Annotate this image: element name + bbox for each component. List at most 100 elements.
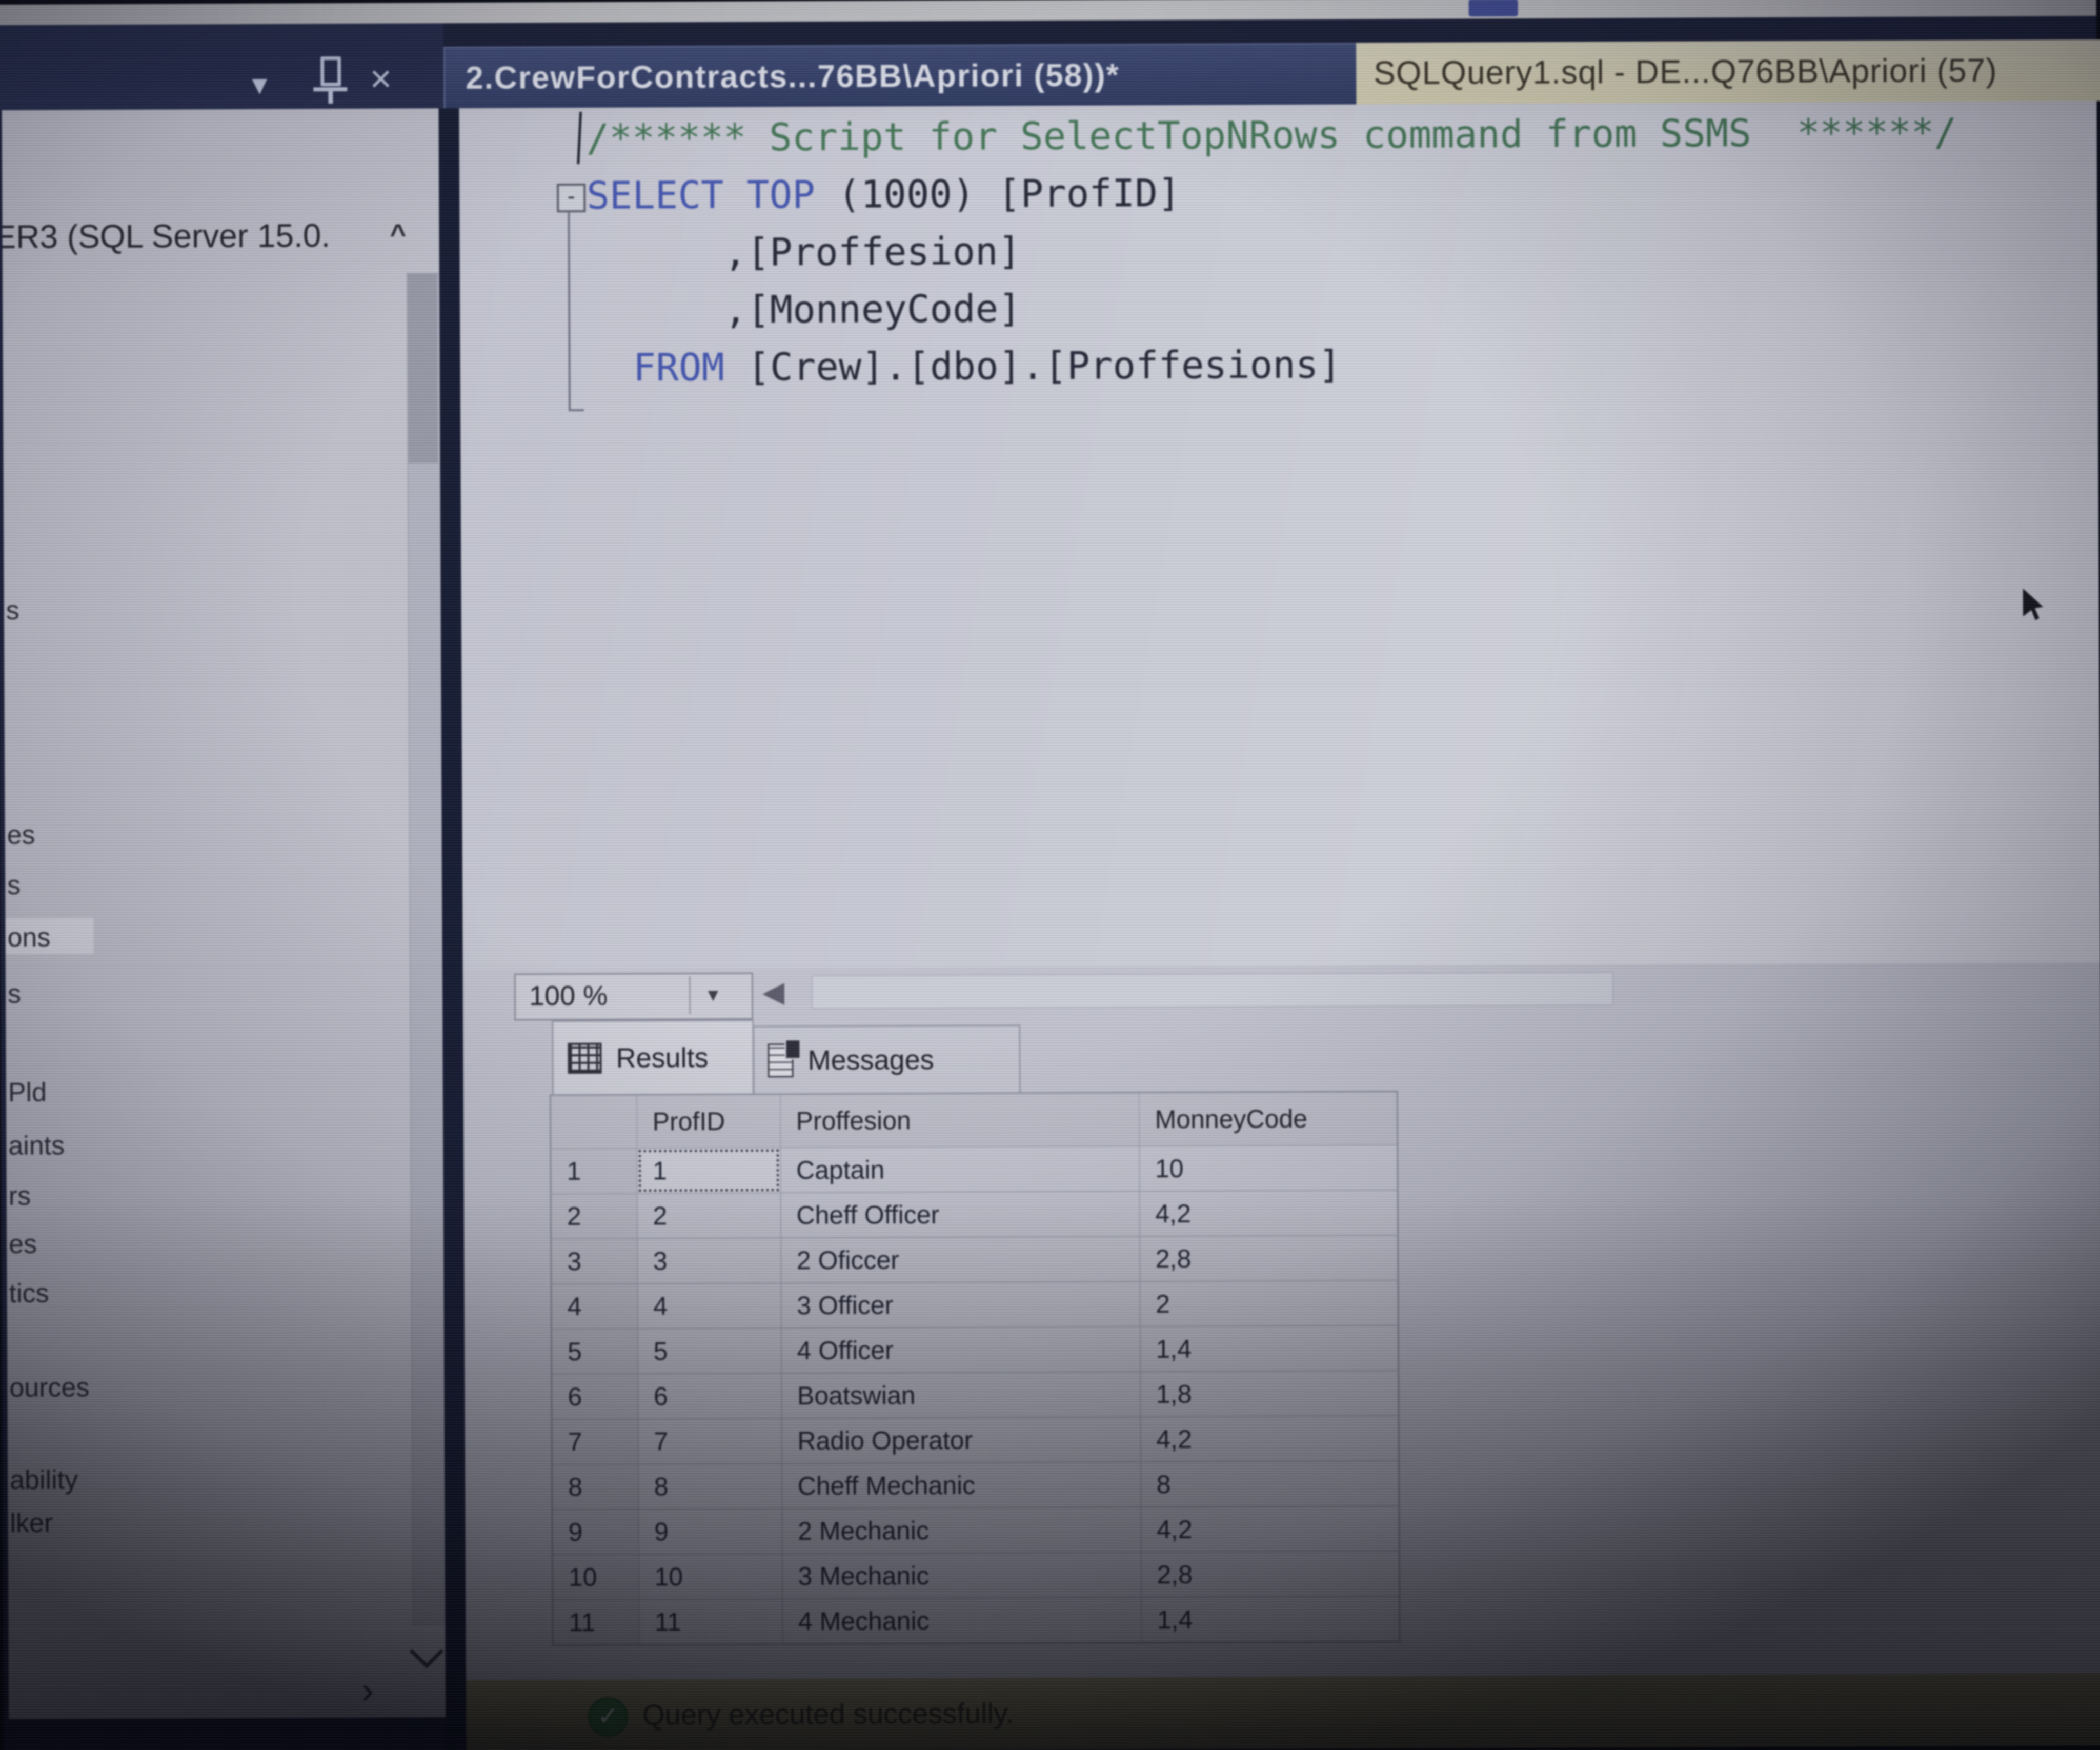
cell-proffesion[interactable]: 3 Officer	[781, 1281, 1140, 1328]
cell-proffesion[interactable]: 4 Mechanic	[782, 1597, 1141, 1644]
pin-icon[interactable]	[313, 56, 349, 104]
cell-proffesion[interactable]: 2 Oficcer	[781, 1236, 1140, 1283]
text-caret	[577, 112, 582, 164]
row-number[interactable]: 8	[552, 1464, 638, 1510]
cell-proffesion[interactable]: 3 Mechanic	[782, 1552, 1141, 1599]
tab-messages[interactable]: Messages	[753, 1024, 1021, 1095]
cell-monneycode[interactable]: 2,8	[1141, 1551, 1399, 1597]
table-row: 5 5 4 Officer 1,4	[551, 1325, 1398, 1374]
screen-top-strip	[0, 0, 2096, 25]
row-number[interactable]: 1	[551, 1149, 637, 1194]
cell-monneycode[interactable]: 4,2	[1141, 1506, 1399, 1552]
pin-bar	[313, 87, 347, 91]
pin-head	[320, 56, 341, 86]
cell-monneycode[interactable]: 4,2	[1139, 1190, 1398, 1236]
row-number[interactable]: 11	[553, 1600, 639, 1645]
cell-profid[interactable]: 3	[637, 1238, 781, 1283]
tree-item-selected[interactable]: ons	[7, 922, 50, 953]
editor-zoom-control[interactable]: 100 % ▼	[514, 973, 753, 1021]
zoom-dropdown-icon[interactable]: ▼	[704, 974, 722, 1016]
code-line[interactable]: ,[Proffesion]	[587, 218, 1957, 282]
row-number[interactable]: 7	[552, 1419, 638, 1465]
tab-results[interactable]: Results	[552, 1020, 754, 1095]
table-row: 1 1 Captain 10	[551, 1145, 1398, 1194]
cell-proffesion[interactable]: Cheff Officer	[780, 1191, 1139, 1238]
cell-proffesion[interactable]: 4 Officer	[781, 1326, 1140, 1373]
cell-proffesion[interactable]: Boatswian	[781, 1372, 1140, 1418]
messages-icon	[768, 1043, 793, 1077]
sidebar-scrollbar[interactable]	[407, 272, 446, 1626]
tree-item[interactable]: s	[7, 870, 21, 901]
cell-profid[interactable]: 10	[638, 1554, 782, 1599]
cell-proffesion[interactable]: 2 Mechanic	[782, 1507, 1141, 1554]
sql-editor[interactable]: - /****** Script for SelectTopNRows comm…	[459, 101, 2100, 970]
cell-profid[interactable]: 7	[638, 1418, 781, 1464]
tree-item[interactable]: s	[8, 979, 21, 1010]
tab-crewforcontracts[interactable]: 2.CrewForContracts...76BB\Apriori (58))*	[443, 43, 1362, 110]
cell-profid[interactable]: 11	[639, 1599, 782, 1645]
cell-monneycode[interactable]: 2	[1140, 1280, 1398, 1326]
tree-item[interactable]: es	[7, 820, 35, 851]
row-number[interactable]: 5	[551, 1329, 637, 1375]
code-fold-icon[interactable]: -	[557, 184, 585, 212]
chevron-down-icon[interactable]	[410, 1635, 443, 1668]
hscroll-left-icon[interactable]: ◀	[762, 976, 784, 1007]
row-number[interactable]: 2	[551, 1194, 637, 1239]
mouse-cursor	[2023, 589, 2048, 620]
code-block[interactable]: /****** Script for SelectTopNRows comman…	[586, 104, 1958, 397]
row-number[interactable]: 9	[552, 1510, 638, 1555]
cell-monneycode[interactable]: 4,2	[1140, 1416, 1399, 1462]
cell-monneycode[interactable]: 10	[1139, 1145, 1398, 1191]
window-menu-icon[interactable]: ▾	[252, 69, 267, 100]
cell-monneycode[interactable]: 1,4	[1140, 1325, 1398, 1372]
code-line[interactable]: ,[MonneyCode]	[587, 276, 1958, 339]
cell-profid[interactable]: 8	[638, 1463, 782, 1509]
tree-item[interactable]: rs	[9, 1181, 31, 1212]
row-number[interactable]: 4	[551, 1284, 637, 1330]
code-line[interactable]: FROM [Crew].[dbo].[Proffesions]	[587, 333, 1958, 397]
server-node-label[interactable]: ER3 (SQL Server 15.0.	[2, 216, 330, 256]
cell-profid[interactable]: 9	[638, 1508, 782, 1554]
photo-frame: ▾ × 2.CrewForContracts...76BB\Apriori (5…	[0, 0, 2100, 1750]
tree-item[interactable]: lker	[10, 1507, 53, 1538]
cell-monneycode[interactable]: 1,4	[1141, 1596, 1400, 1643]
column-header-profid[interactable]: ProfID	[636, 1094, 780, 1149]
tree-item[interactable]: aints	[8, 1130, 65, 1161]
cell-profid[interactable]: 5	[637, 1328, 781, 1374]
row-number[interactable]: 10	[552, 1555, 638, 1600]
tree-item[interactable]: es	[9, 1229, 37, 1260]
chevron-right-icon[interactable]: ›	[361, 1669, 374, 1712]
cell-profid[interactable]: 4	[637, 1283, 781, 1329]
tree-item[interactable]: ources	[9, 1372, 89, 1403]
table-row: 3 3 2 Oficcer 2,8	[551, 1235, 1398, 1284]
table-row: 7 7 Radio Operator 4,2	[552, 1416, 1399, 1464]
sidebar-scrollbar-thumb[interactable]	[408, 273, 438, 463]
tree-item[interactable]: Pld	[8, 1077, 47, 1108]
cell-proffesion[interactable]: Cheff Mechanic	[782, 1462, 1141, 1508]
cell-monneycode[interactable]: 2,8	[1140, 1235, 1398, 1281]
row-number[interactable]: 6	[552, 1374, 638, 1420]
code-line[interactable]: SELECT TOP (1000) [ProfID]	[587, 161, 1957, 225]
tab-sqlquery1[interactable]: SQLQuery1.sql - DE...Q76BB\Apriori (57)	[1356, 39, 2100, 104]
cell-monneycode[interactable]: 8	[1140, 1461, 1399, 1507]
row-number[interactable]: 3	[551, 1239, 637, 1284]
cell-monneycode[interactable]: 1,8	[1140, 1371, 1399, 1417]
column-header-monneycode[interactable]: MonneyCode	[1139, 1092, 1397, 1146]
grid-corner[interactable]	[550, 1095, 636, 1149]
cell-profid-selected[interactable]: 1	[637, 1148, 780, 1193]
cell-proffesion[interactable]: Radio Operator	[781, 1417, 1140, 1463]
sql-keyword: SELECT TOP	[587, 173, 838, 218]
close-icon[interactable]: ×	[370, 64, 392, 94]
column-header-proffesion[interactable]: Proffesion	[780, 1093, 1139, 1148]
table-row: 6 6 Boatswian 1,8	[552, 1371, 1399, 1419]
tree-item[interactable]: tics	[9, 1278, 49, 1309]
results-tab-label: Results	[616, 1042, 708, 1074]
tree-item[interactable]: ability	[10, 1464, 78, 1496]
code-line[interactable]: /****** Script for SelectTopNRows comman…	[586, 104, 1957, 167]
collapse-chevron-icon[interactable]: ^	[390, 218, 406, 250]
cell-profid[interactable]: 2	[637, 1193, 780, 1238]
hscroll-thumb[interactable]	[812, 972, 1613, 1009]
cell-profid[interactable]: 6	[638, 1373, 781, 1419]
tree-item[interactable]: s	[6, 595, 19, 626]
cell-proffesion[interactable]: Captain	[780, 1146, 1139, 1193]
